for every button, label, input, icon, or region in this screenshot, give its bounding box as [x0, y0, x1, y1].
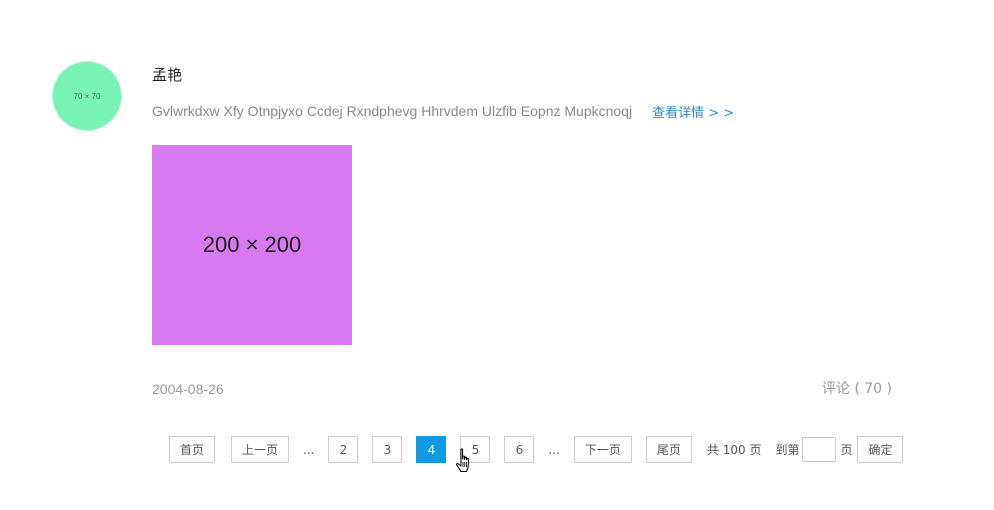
author-name: 孟艳: [152, 66, 183, 84]
page-3-button[interactable]: 3: [372, 436, 403, 463]
next-page-button[interactable]: 下一页: [573, 436, 632, 463]
view-details-link[interactable]: 查看详情 > >: [652, 102, 734, 121]
last-page-button[interactable]: 尾页: [645, 436, 692, 463]
avatar-placeholder-text: 70 × 70: [73, 91, 101, 101]
post-date: 2004-08-26: [152, 381, 224, 397]
avatar[interactable]: 70 × 70: [53, 62, 121, 130]
pagination: 首页 上一页 ... 2 3 4 5 6 ... 下一页 尾页 共 100 页 …: [169, 436, 904, 463]
post-image-placeholder-text: 200 × 200: [202, 232, 302, 257]
goto-suffix-label: 页: [840, 443, 853, 457]
confirm-goto-button[interactable]: 确定: [857, 436, 904, 463]
pagination-ellipsis-right: ...: [548, 442, 560, 457]
page-4-button-current[interactable]: 4: [416, 436, 447, 463]
post-image[interactable]: 200 × 200: [152, 145, 352, 345]
post-description: Gvlwrkdxw Xfy Otnpjyxo Ccdej Rxndphevg H…: [152, 103, 633, 119]
first-page-button[interactable]: 首页: [169, 436, 215, 463]
goto-page-input[interactable]: [802, 437, 837, 462]
pagination-ellipsis-left: ...: [303, 442, 315, 457]
prev-page-button[interactable]: 上一页: [231, 436, 289, 463]
page-6-button[interactable]: 6: [504, 436, 535, 463]
total-pages-label: 共 100 页: [706, 443, 762, 457]
comment-count-link[interactable]: 评论 ( 70 ): [822, 379, 892, 399]
goto-prefix-label: 到第: [775, 443, 800, 457]
hand-pointer-icon: [456, 448, 469, 472]
page-2-button[interactable]: 2: [328, 436, 359, 463]
post-description-row: Gvlwrkdxw Xfy Otnpjyxo Ccdej Rxndphevg H…: [152, 101, 734, 121]
